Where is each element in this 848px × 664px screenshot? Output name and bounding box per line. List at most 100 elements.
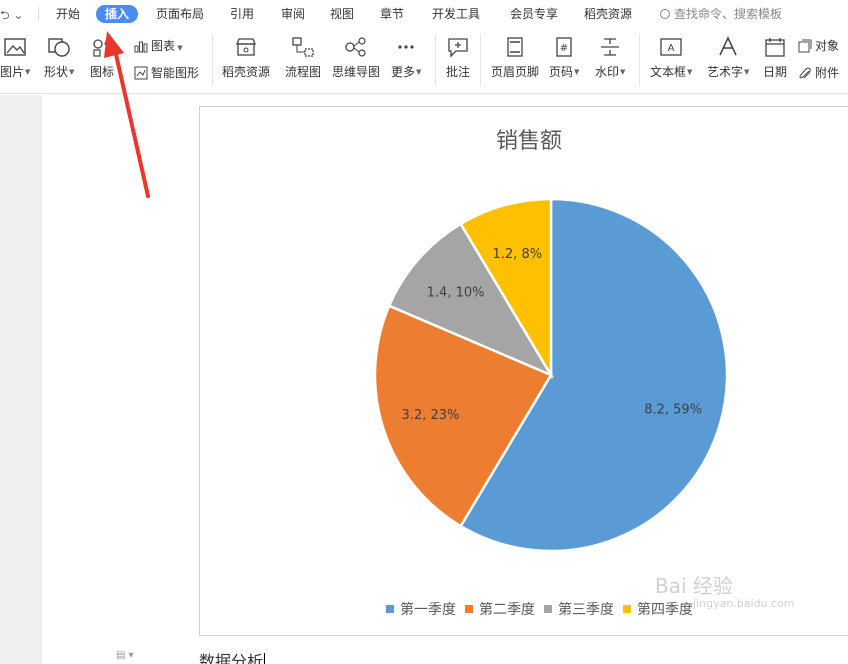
comment-button[interactable]: 批注 [446,36,470,80]
svg-text:A: A [668,43,675,54]
ribbon-separator [480,34,481,86]
undo-redo-icon[interactable]: ⮌ ⌄ [0,6,23,27]
icon-library-icon [93,37,110,57]
docer-store-icon [236,38,256,56]
wordart-button[interactable]: 艺术字▼ [707,36,749,80]
page-number-label: 页码 [549,65,574,79]
comment-icon [448,38,468,58]
pie-chart[interactable]: 销售额 8.2, 59% 3.2, 23% 1.4, 10% 1.2, 8% 第一季度… [199,106,848,636]
menu-tab-section[interactable]: 章节 [380,5,404,23]
legend-label: 第三季度 [558,602,614,618]
chart-button[interactable]: 图表 ▼ [134,37,183,54]
menu-tab-page-layout[interactable]: 页面布局 [156,5,204,23]
picture-button[interactable]: 图片▼ [0,36,30,80]
menu-tab-insert[interactable]: 插入 [96,5,139,23]
menu-bar: ⮌ ⌄ 开始 插入 页面布局 引用 审阅 视图 章节 开发工具 会员专享 稻壳资… [0,0,848,28]
ribbon-separator [212,34,213,86]
legend-swatch [623,605,631,613]
legend-swatch [465,605,473,613]
menu-tab-membership[interactable]: 会员专享 [510,5,558,23]
flowchart-button[interactable]: 流程图 [285,36,321,80]
legend-label: 第二季度 [479,602,535,618]
header-footer-label: 页眉页脚 [491,65,540,79]
attachment-label: 附件 [815,66,840,80]
page-number-button[interactable]: # 页码▼ [549,36,579,80]
wordart-label: 艺术字 [707,65,744,79]
wordart-icon [719,36,737,56]
search-placeholder: 查找命令、搜索模板 [674,7,783,21]
watermark-button[interactable]: 水印▼ [595,36,625,80]
textbox-button[interactable]: A 文本框▼ [650,36,692,80]
menu-tab-docer[interactable]: 稻壳资源 [584,5,632,23]
docer-resources-button[interactable]: 稻壳资源 [222,36,270,80]
chart-label: 图表 [151,39,176,53]
icon-library-label: 图标 [90,65,115,79]
more-button[interactable]: 更多▼ [391,36,421,80]
smart-shape-button[interactable]: 智能图形 [134,64,199,81]
menu-tab-references[interactable]: 引用 [230,5,254,23]
menu-tab-view[interactable]: 视图 [330,5,354,23]
baidu-watermark: Bai 经验 jingyan.baidu.com [655,570,795,610]
textbox-label: 文本框 [650,65,687,79]
legend-item: 第三季度 [544,599,614,619]
date-label: 日期 [763,65,788,79]
date-button[interactable]: 日期 [763,36,787,80]
text-cursor [264,653,266,664]
ribbon-separator [435,34,436,86]
search-icon [660,9,670,19]
more-label: 更多 [391,65,416,79]
smart-shape-label: 智能图形 [151,66,200,80]
docer-resources-label: 稻壳资源 [222,65,271,79]
legend-swatch [544,605,552,613]
calendar-icon [765,38,785,57]
watermark-brand: Bai 经验 [655,574,733,598]
header-footer-button[interactable]: 页眉页脚 [491,36,539,80]
pie-data-label: 1.2, 8% [493,247,543,262]
document-margin [0,95,42,664]
watermark-label: 水印 [595,65,620,79]
shape-button[interactable]: 形状▼ [44,36,74,80]
command-search[interactable]: 查找命令、搜索模板 [660,5,782,23]
insert-ribbon: 图片▼ 形状▼ 图标 图表 ▼ 智能图形 稻壳资源 流程图 思维导图 更多▼ 批… [0,28,848,94]
pie-data-label: 1.4, 10% [427,286,485,301]
pie-plot-area: 8.2, 59% 3.2, 23% 1.4, 10% 1.2, 8% [373,197,729,553]
pie-data-label: 8.2, 59% [644,403,702,418]
more-dots-icon [398,45,414,49]
page-number-icon: # [556,37,572,57]
mindmap-label: 思维导图 [332,65,381,79]
mindmap-icon [345,37,366,57]
paperclip-icon [799,67,811,79]
ribbon-separator [639,34,640,86]
menu-tab-developer[interactable]: 开发工具 [432,5,480,23]
menu-tab-review[interactable]: 审阅 [281,5,305,23]
document-options-icon[interactable]: ▤ ▾ [116,650,134,661]
comment-label: 批注 [446,65,471,79]
menu-tab-home[interactable]: 开始 [56,5,80,23]
picture-icon [4,38,26,56]
attachment-button[interactable]: 附件 [798,64,839,81]
legend-item: 第一季度 [386,599,456,619]
picture-label: 图片 [0,65,25,79]
shape-icon [48,38,70,57]
svg-text:#: # [560,43,568,54]
document-text[interactable]: 数据分析 [199,648,266,664]
object-button[interactable]: 对象 [798,37,839,54]
watermark-url: jingyan.baidu.com [693,597,795,610]
legend-label: 第一季度 [400,602,456,618]
mindmap-button[interactable]: 思维导图 [332,36,380,80]
watermark-icon [601,38,620,56]
object-icon [798,39,812,53]
object-label: 对象 [815,39,840,53]
menu-separator [38,7,39,21]
document-paragraph: 数据分析 [199,652,264,664]
header-footer-icon [507,37,523,57]
flowchart-label: 流程图 [285,65,322,79]
smart-shape-icon [134,66,148,80]
chart-icon [134,41,148,53]
shape-label: 形状 [44,65,69,79]
legend-swatch [386,605,394,613]
flowchart-icon [292,37,314,57]
pie-data-label: 3.2, 23% [402,408,460,423]
icon-library-button[interactable]: 图标 [90,36,114,80]
textbox-icon: A [660,38,682,56]
